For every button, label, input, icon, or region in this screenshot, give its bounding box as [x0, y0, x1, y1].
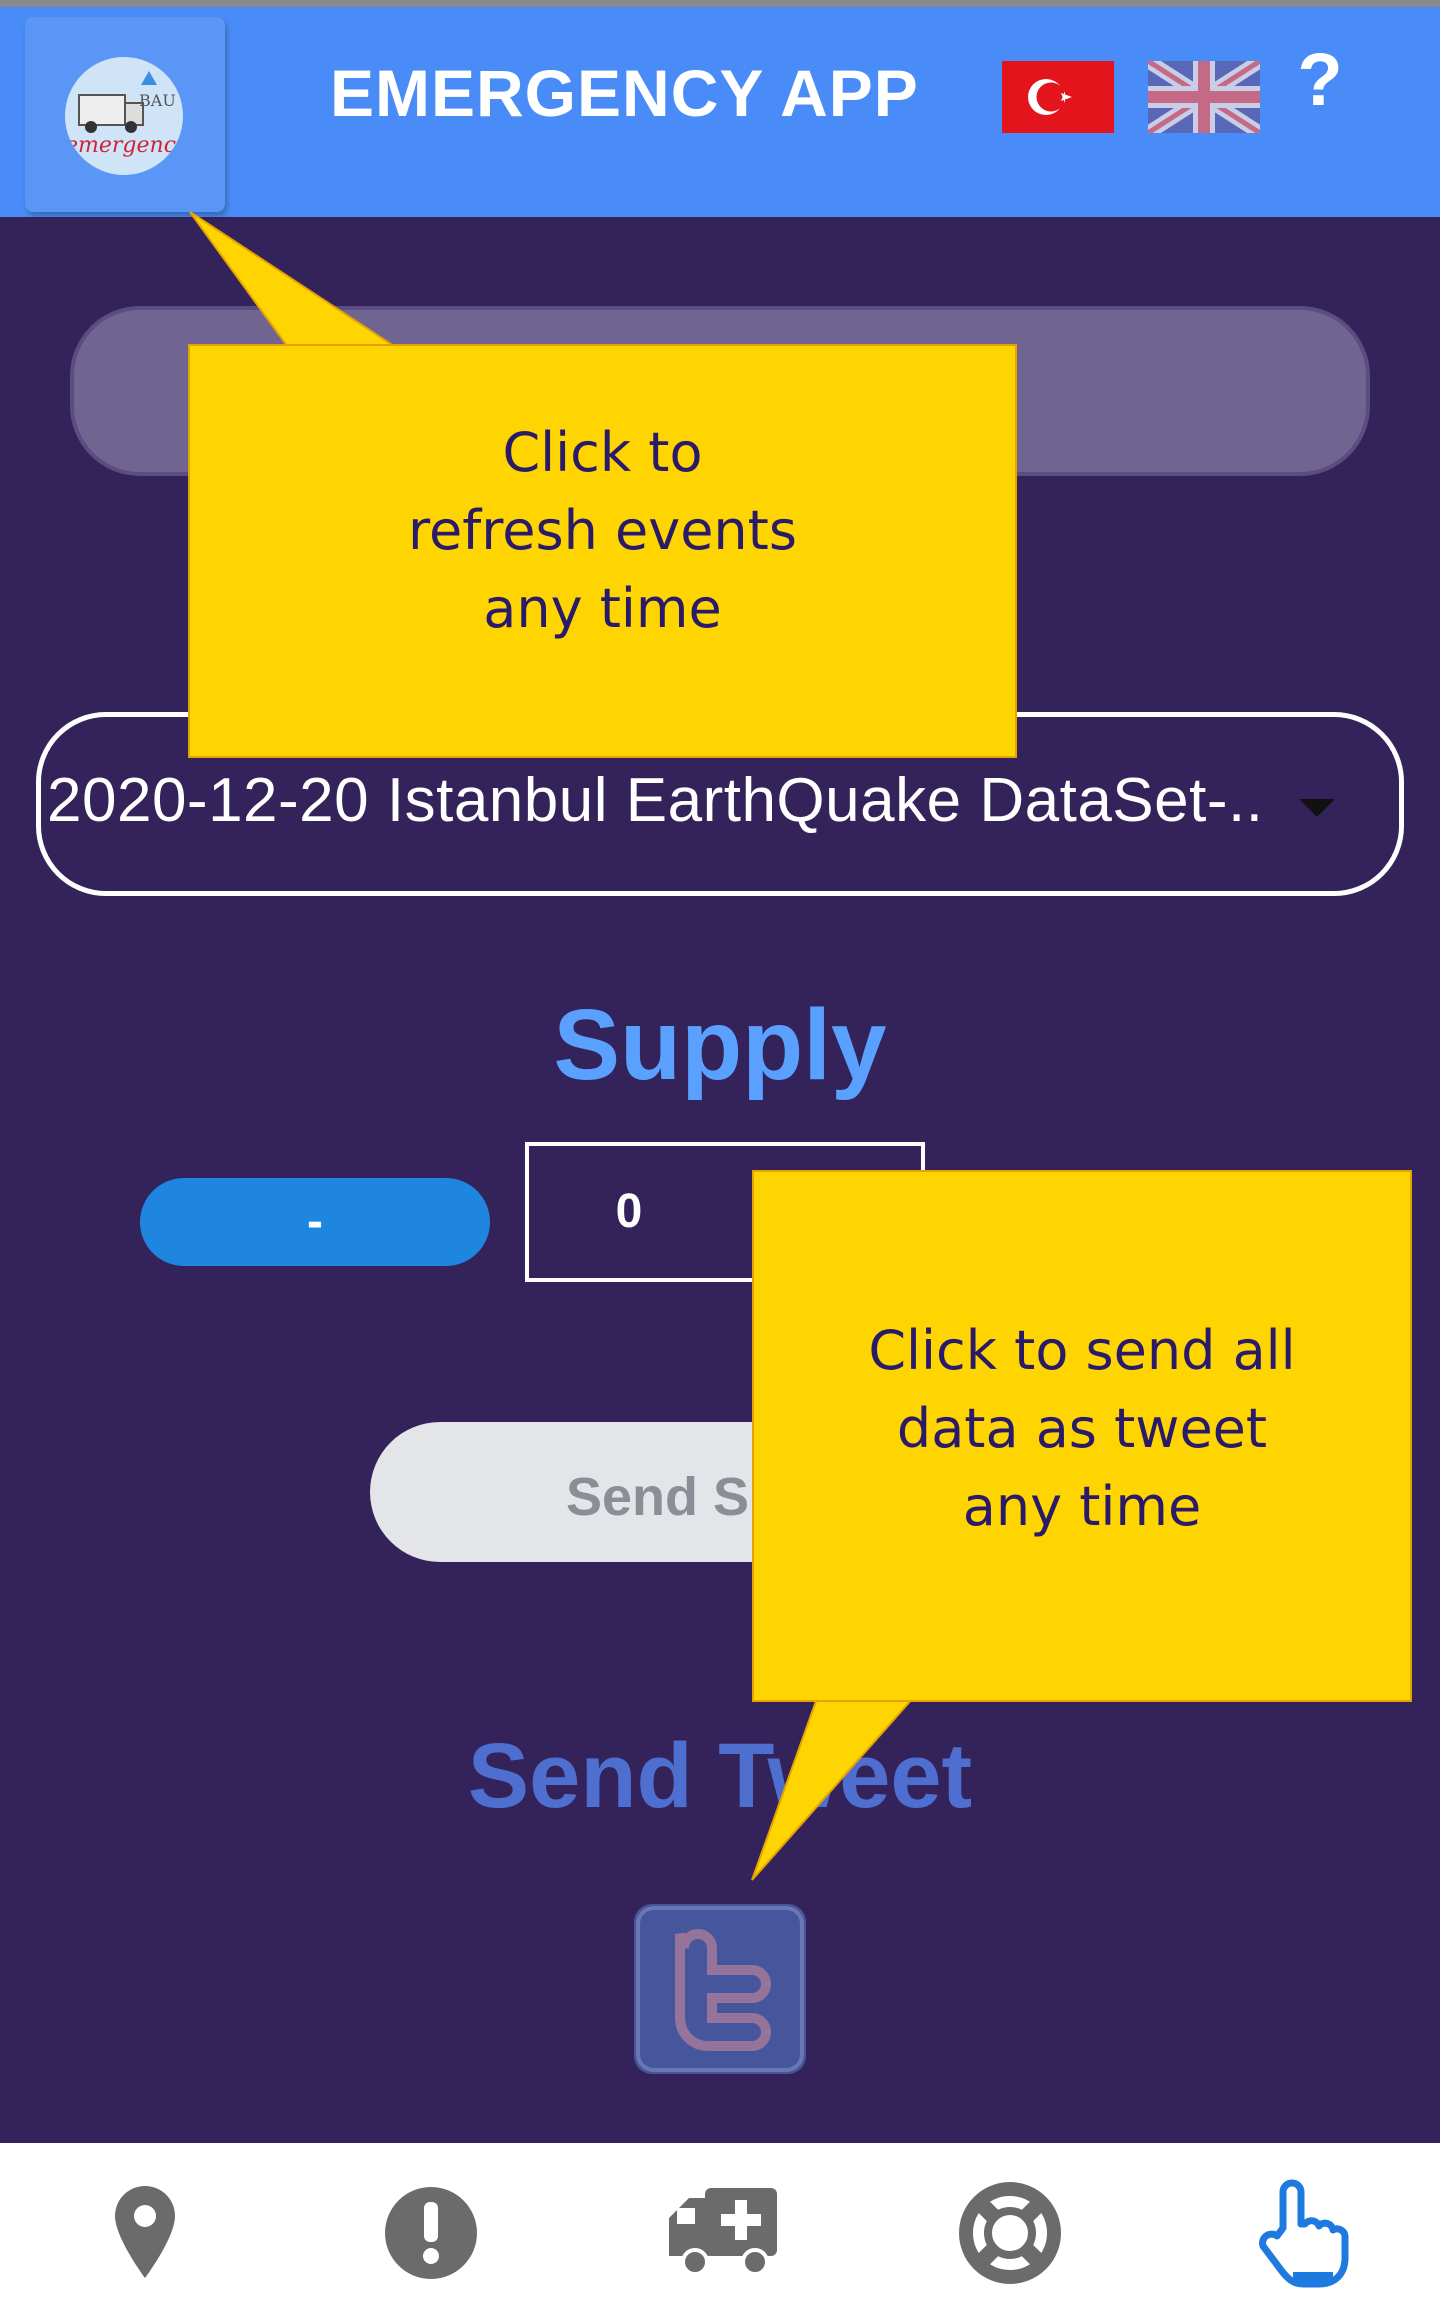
- english-flag-button[interactable]: [1144, 55, 1264, 139]
- turkish-flag-button[interactable]: [1002, 61, 1114, 133]
- app-logo: BAU emergency: [65, 57, 183, 175]
- decrement-button[interactable]: -: [140, 1178, 490, 1266]
- logo-sub-label: BAU: [139, 91, 176, 110]
- tweet-callout: Click to send all data as tweet any time: [752, 1170, 1412, 1702]
- app-title: EMERGENCY APP: [330, 56, 919, 130]
- refresh-logo-button[interactable]: BAU emergency: [25, 17, 225, 212]
- nav-map[interactable]: [90, 2178, 200, 2288]
- turkish-flag-icon: [1028, 79, 1072, 115]
- nav-actions[interactable]: [1245, 2178, 1355, 2288]
- top-status-line: [0, 0, 1440, 7]
- callout-line: refresh events: [408, 499, 797, 562]
- event-dropdown-value: 2020-12-20 Istanbul EarthQuake DataSet-.…: [47, 766, 1264, 835]
- chevron-down-icon: [1299, 799, 1335, 817]
- callout-line: any time: [483, 577, 722, 640]
- ambulance-icon: [669, 2188, 777, 2276]
- send-tweet-title: Send Tweet: [467, 1725, 973, 1827]
- uk-flag-icon: [1144, 55, 1264, 139]
- alert-icon: [385, 2187, 477, 2279]
- twitter-icon: [636, 1906, 804, 2072]
- twitter-button[interactable]: [634, 1904, 806, 2074]
- hand-pointer-icon: [1259, 2179, 1349, 2288]
- supply-title: Supply: [553, 989, 887, 1101]
- map-pin-icon: [115, 2186, 175, 2278]
- callout-line: Click to send all: [868, 1319, 1296, 1382]
- callout-line: Click to: [502, 421, 703, 484]
- nav-ambulance[interactable]: [665, 2178, 777, 2288]
- refresh-callout: Click to refresh events any time: [188, 344, 1017, 758]
- lifebuoy-icon: [959, 2182, 1061, 2284]
- send-supply-label: Send Su: [566, 1467, 783, 1527]
- nav-alerts[interactable]: [376, 2178, 486, 2288]
- callout-line: any time: [962, 1475, 1202, 1538]
- help-button[interactable]: ?: [1290, 37, 1350, 121]
- app-header: BAU emergency EMERGENCY APP ?: [0, 7, 1440, 217]
- bottom-nav: [0, 2143, 1440, 2312]
- callout-line: data as tweet: [896, 1397, 1268, 1460]
- nav-support[interactable]: [955, 2178, 1065, 2288]
- logo-label: emergency: [65, 133, 183, 158]
